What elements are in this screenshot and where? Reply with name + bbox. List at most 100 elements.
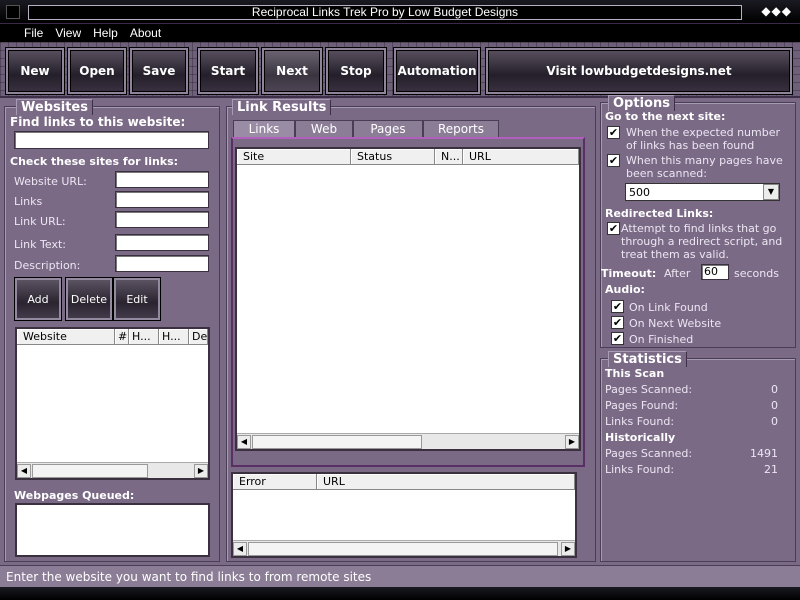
menu-help[interactable]: Help [93,24,118,40]
scan-pages-found-value: 0 [771,399,778,412]
visit-website-button[interactable]: Visit lowbudgetdesigns.net [486,48,792,94]
hist-links-found-label: Links Found: [605,463,675,476]
link-results-title: Link Results [232,99,332,115]
links-input[interactable] [115,191,209,208]
link-url-input[interactable] [115,211,209,228]
window-title: Reciprocal Links Trek Pro by Low Budget … [28,5,742,20]
hist-links-found-value: 21 [764,463,778,476]
menu-view[interactable]: View [55,24,81,40]
open-button[interactable]: Open [68,48,126,94]
audio-next-website-checkbox[interactable]: ✔ [611,316,624,329]
new-button[interactable]: New [6,48,64,94]
col-website[interactable]: Website [17,329,115,345]
find-links-label: Find links to this website: [10,115,186,129]
pages-count-select[interactable]: 500 [625,183,780,201]
scan-pages-found-label: Pages Found: [605,399,679,412]
window-bottom-frame [0,587,800,600]
opt-pages-scanned-checkbox[interactable]: ✔ [607,154,620,167]
menu-bar: File View Help About [0,24,800,42]
scroll-left-icon[interactable]: ◀ [233,542,247,556]
scroll-left-icon[interactable]: ◀ [237,435,251,449]
toolbar: New Open Save Start Next Stop Automation… [0,42,800,98]
description-input[interactable] [115,255,209,272]
websites-hscroll[interactable]: ◀ ▶ [17,462,208,478]
audio-link-found-checkbox[interactable]: ✔ [611,300,624,313]
link-results-list[interactable]: Site Status N... URL ◀ ▶ [235,147,581,451]
col-count[interactable]: # [115,329,129,345]
col-status[interactable]: Status [351,149,435,165]
save-button[interactable]: Save [130,48,188,94]
website-url-input[interactable] [115,171,209,188]
tab-web[interactable]: Web [295,120,353,138]
audio-next-website-label: On Next Website [629,317,722,330]
options-title: Options [608,95,675,111]
start-button[interactable]: Start [198,48,258,94]
opt-expected-links-label: When the expected number of links has be… [626,126,781,152]
scroll-thumb[interactable] [32,464,148,478]
redirect-label: Attempt to find links that go through a … [621,222,783,261]
results-hscroll[interactable]: ◀ ▶ [237,433,579,449]
next-button[interactable]: Next [262,48,322,94]
redirected-links-label: Redirected Links: [605,207,714,220]
menu-about[interactable]: About [130,24,161,40]
links-label: Links [14,195,43,208]
link-text-label: Link Text: [14,238,66,251]
col-url[interactable]: URL [463,149,579,165]
col-site[interactable]: Site [237,149,351,165]
scroll-left-icon[interactable]: ◀ [17,464,31,478]
tab-reports[interactable]: Reports [423,120,499,138]
webpages-queued-list[interactable] [15,503,210,557]
scan-pages-scanned-label: Pages Scanned: [605,383,693,396]
websites-title: Websites [16,99,93,115]
tab-links[interactable]: Links [233,120,295,138]
app-icon[interactable] [6,5,20,19]
scroll-thumb[interactable] [248,542,558,556]
check-sites-label: Check these sites for links: [10,155,179,168]
add-button[interactable]: Add [15,278,61,320]
audio-finished-label: On Finished [629,333,694,346]
audio-link-found-label: On Link Found [629,301,708,314]
scroll-right-icon[interactable]: ▶ [561,542,575,556]
link-text-input[interactable] [115,234,209,251]
historically-label: Historically [605,431,676,444]
chevron-down-icon[interactable]: ▼ [763,184,779,200]
col-error-url[interactable]: URL [317,474,575,490]
status-bar: Enter the website you want to find links… [0,565,800,587]
hist-pages-scanned-label: Pages Scanned: [605,447,693,460]
scroll-right-icon[interactable]: ▶ [565,435,579,449]
find-links-input[interactable] [14,131,209,149]
scroll-thumb[interactable] [252,435,422,449]
opt-pages-scanned-label: When this many pages have been scanned: [626,154,783,180]
this-scan-label: This Scan [605,367,665,380]
webpages-queued-label: Webpages Queued: [14,489,135,502]
timeout-input[interactable]: 60 [701,264,729,280]
scan-pages-scanned-value: 0 [771,383,778,396]
tab-pages[interactable]: Pages [353,120,423,138]
opt-expected-links-checkbox[interactable]: ✔ [607,126,620,139]
window-controls-icon[interactable]: ◆◆◆ [761,4,792,18]
menu-file[interactable]: File [24,24,43,40]
col-number[interactable]: N... [435,149,463,165]
websites-list[interactable]: Website # H... H... De ◀ ▶ [15,327,210,480]
col-h2[interactable]: H... [159,329,189,345]
scan-links-found-label: Links Found: [605,415,675,428]
scan-links-found-value: 0 [771,415,778,428]
col-h1[interactable]: H... [129,329,159,345]
description-label: Description: [14,259,81,272]
audio-finished-checkbox[interactable]: ✔ [611,332,624,345]
automation-button[interactable]: Automation [394,48,480,94]
seconds-label: seconds [734,267,779,280]
stop-button[interactable]: Stop [326,48,386,94]
statistics-title: Statistics [608,351,687,367]
scroll-right-icon[interactable]: ▶ [194,464,208,478]
redirect-checkbox[interactable]: ✔ [607,222,620,235]
delete-button[interactable]: Delete [66,278,112,320]
link-url-label: Link URL: [14,215,66,228]
error-list[interactable]: Error URL ◀ ▶ [231,472,577,558]
next-site-label: Go to the next site: [605,110,726,123]
col-error[interactable]: Error [233,474,317,490]
error-hscroll[interactable]: ◀ ▶ [233,540,575,556]
col-description[interactable]: De [189,329,208,345]
edit-button[interactable]: Edit [114,278,160,320]
timeout-label: Timeout: [601,267,657,280]
